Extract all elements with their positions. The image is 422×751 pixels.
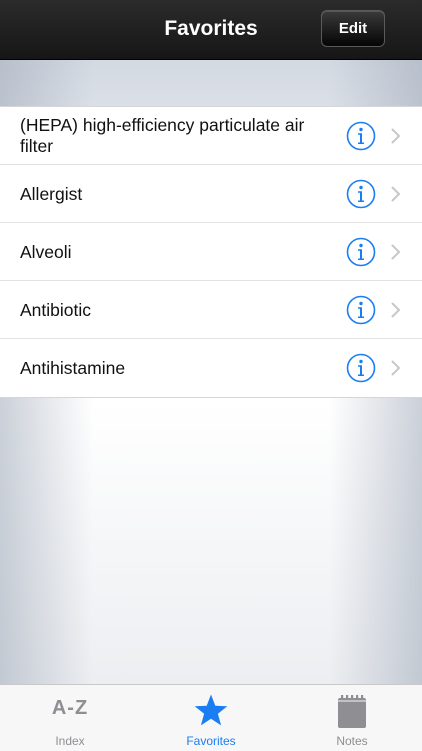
- chevron-right-icon: [391, 302, 400, 318]
- list-item[interactable]: Antihistamine: [0, 339, 422, 397]
- list-item-label: Antihistamine: [20, 357, 126, 378]
- info-icon[interactable]: [346, 121, 376, 151]
- list-item-label: Alveoli: [20, 241, 72, 262]
- info-icon[interactable]: [346, 353, 376, 383]
- chevron-right-icon: [391, 128, 400, 144]
- tab-label: Favorites: [186, 734, 236, 748]
- favorites-list: (HEPA) high-efficiency particulate air f…: [0, 106, 422, 398]
- info-icon[interactable]: [346, 237, 376, 267]
- info-icon[interactable]: [346, 295, 376, 325]
- az-icon: A-Z: [51, 697, 89, 719]
- chevron-right-icon: [391, 186, 400, 202]
- list-item-label: Allergist: [20, 183, 83, 204]
- tab-label: Index: [55, 734, 85, 748]
- chevron-right-icon: [391, 360, 400, 376]
- tab-bar: A-Z Index Favorites Notes: [0, 684, 422, 751]
- favorites-content: (HEPA) high-efficiency particulate air f…: [0, 60, 422, 684]
- list-item-label: Antibiotic: [20, 299, 92, 320]
- tab-notes[interactable]: Notes: [282, 685, 422, 751]
- list-item-label: (HEPA) high-efficiency particulate air f…: [20, 115, 305, 156]
- navigation-bar: Favorites Edit: [0, 0, 422, 60]
- chevron-right-icon: [391, 244, 400, 260]
- info-icon[interactable]: [346, 179, 376, 209]
- tab-favorites[interactable]: Favorites: [141, 685, 281, 751]
- star-icon: [194, 694, 228, 726]
- list-item[interactable]: (HEPA) high-efficiency particulate air f…: [0, 107, 422, 165]
- tab-label: Notes: [336, 734, 368, 748]
- edit-button[interactable]: Edit: [321, 10, 385, 47]
- list-item[interactable]: Antibiotic: [0, 281, 422, 339]
- list-item[interactable]: Alveoli: [0, 223, 422, 281]
- list-item[interactable]: Allergist: [0, 165, 422, 223]
- tab-index[interactable]: A-Z Index: [0, 685, 140, 751]
- notepad-icon: [338, 695, 366, 728]
